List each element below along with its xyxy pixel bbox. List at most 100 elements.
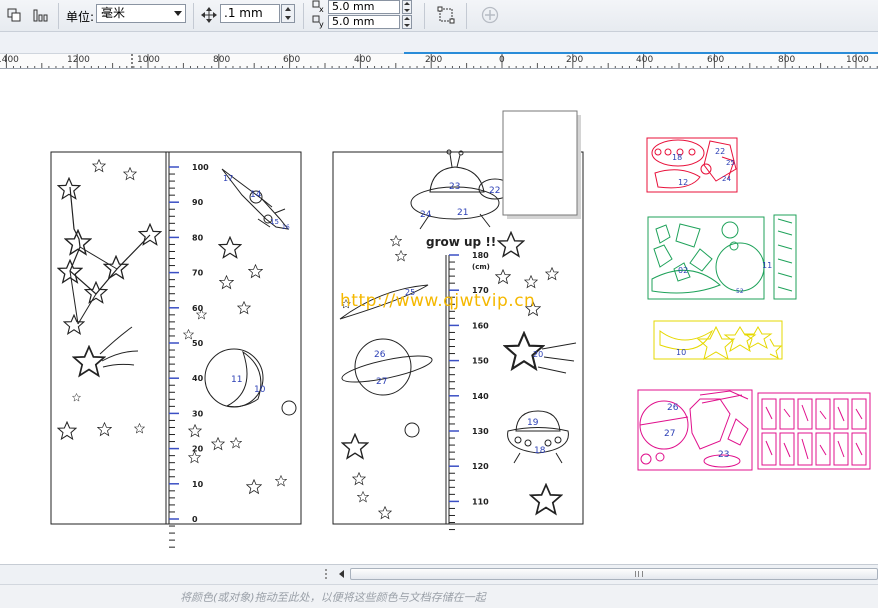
scroll-left-button[interactable] [336,568,348,580]
scale-label: 60 [192,304,204,313]
scroll-thumb[interactable] [350,568,878,580]
separator [193,3,194,29]
part-number: 20 [533,350,543,359]
selection-box[interactable] [502,110,581,219]
unit-select[interactable]: 毫米 [96,4,186,23]
scrollbar-splitter[interactable] [322,567,330,581]
ruler-label: 800 [213,55,231,65]
duplicate-y-input[interactable]: 5.0 mm [328,15,400,29]
ruler-label: 1400 [0,55,19,65]
scale-label: 90 [192,198,204,207]
part-number: 10 [254,385,266,395]
scale-label: 20 [192,445,204,454]
scale-label: 180 [472,251,489,260]
ruler-label: 600 [707,55,725,65]
grip-dots-icon [325,569,327,579]
part-number: 23 [718,450,729,460]
constellation-drawing [69,186,151,325]
scale-label: 0 [192,515,198,524]
scale-label: 50 [192,339,204,348]
ruler-label: 1000 [846,55,869,65]
part-number: 23 [449,182,460,192]
svg-text:y: y [319,20,324,29]
chevron-down-icon [174,11,182,16]
nudge-spinner[interactable] [281,4,295,23]
ruler-label: 1000 [137,55,160,65]
horizontal-scrollbar[interactable] [0,564,878,584]
spin-up-icon [404,2,410,5]
nudge-distance-input[interactable]: .1 mm [220,4,280,23]
part-number: 10 [676,348,686,357]
part-number: 16 [282,224,290,231]
ruler-label: 400 [354,55,372,65]
spin-up-icon [285,7,291,11]
duplicate-y-spinner[interactable] [402,15,412,29]
duplicate-x-spinner[interactable] [402,0,412,14]
separator [466,3,467,29]
part-number: 15 [270,218,279,226]
spin-down-icon [285,16,291,20]
growth-chart-panel-1[interactable]: 1009080706050403020100 17 14 15 16 11 10 [50,151,302,548]
overlap-squares-icon [7,8,21,22]
duplicate-x-icon: x [312,0,324,14]
scale-label: 160 [472,321,489,330]
arrow-left-icon [339,570,344,578]
duplicate-x-value: 5.0 mm [332,0,375,13]
artwork: 1009080706050403020100 17 14 15 16 11 10… [50,110,871,548]
watermark-text: http://www.qjwtvip.cn [340,291,536,311]
unit-label: (cm) [472,263,490,271]
palette-hint-text: 将颜色(或对象)拖动至此处，以便将这些颜色与文档存储在一起 [180,591,486,604]
horizontal-ruler[interactable]: 1400 1200 1000 800 600 400 200 0 200 400… [0,54,878,69]
part-number: 02 [678,266,688,275]
part-number: 22 [715,147,725,156]
part-number: 11 [762,261,772,270]
unit-label: 单位: [66,10,95,24]
ruler-label: 400 [636,55,654,65]
nudge-icon-button [199,5,219,25]
property-bar: 单位: 毫米 .1 mm x 5.0 mm y 5.0 mm [0,0,878,32]
height-scale-1: 1009080706050403020100 [169,163,209,548]
move-arrows-icon [201,7,217,23]
scale-label: 80 [192,233,204,242]
bounding-box-button[interactable] [436,5,456,25]
ruler-label: 0 [499,55,505,65]
add-button[interactable] [480,5,500,25]
scale-label: 130 [472,427,489,436]
separator [303,3,304,29]
part-number: 26 [374,350,386,360]
align-button[interactable] [30,5,50,25]
part-number: 26 [667,403,679,413]
nudge-distance-value: .1 mm [224,6,263,20]
part-number: 52 [736,288,744,295]
plus-circle-icon [481,6,499,24]
thumb-grip-icon [635,571,643,577]
ruler-label: 600 [283,55,301,65]
ruler-label: 200 [425,55,443,65]
green-parts-sheet[interactable] [647,214,797,300]
scale-label: 110 [472,497,489,506]
yellow-parts-sheet[interactable] [653,320,783,361]
part-number: 18 [534,446,546,456]
scale-label: 120 [472,462,489,471]
spin-down-icon [404,24,410,27]
document-palette-bar[interactable]: 将颜色(或对象)拖动至此处，以便将这些颜色与文档存储在一起 [0,584,878,608]
separator [424,3,425,29]
select-bounds-icon [437,6,455,24]
scale-label: 10 [192,480,204,489]
spin-down-icon [404,9,410,12]
drawing-canvas[interactable]: 100 90 80 70 60 50 40 30 20 10 0 17 14 15 16 [0,69,878,564]
moon-drawing [204,348,297,416]
duplicate-y-icon: y [312,15,324,29]
separator [58,3,59,29]
ruler-label: 800 [778,55,796,65]
duplicate-x-input[interactable]: 5.0 mm [328,0,400,14]
scale-label: 40 [192,374,204,383]
copy-properties-button[interactable] [4,5,24,25]
grow-up-title: grow up !! [426,235,496,249]
part-number: 12 [678,178,688,187]
part-number: 25 [726,159,735,167]
part-number: 24 [420,210,432,220]
scale-label: 70 [192,269,204,278]
part-number: 18 [672,153,682,162]
part-number: 27 [664,429,675,439]
